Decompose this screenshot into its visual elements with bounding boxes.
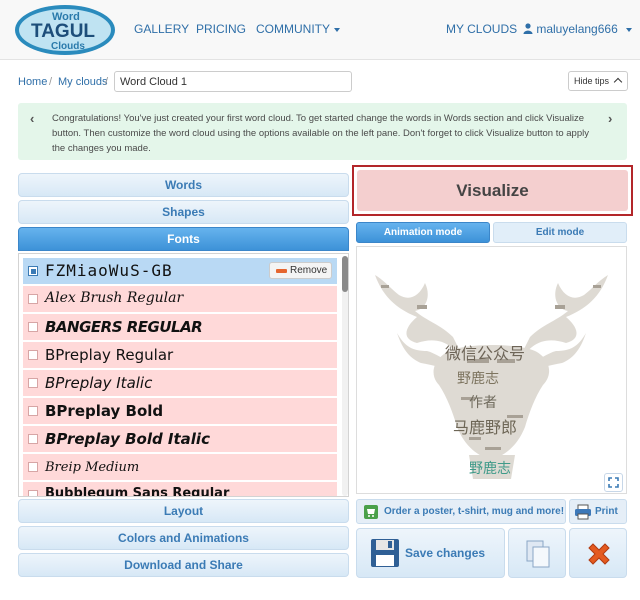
cloud-word: 作者	[469, 395, 497, 411]
font-item-bubblegum[interactable]: Bubblegum Sans Regular	[23, 482, 337, 497]
font-checkbox[interactable]	[28, 322, 38, 332]
font-item-label: BPreplay Bold Italic	[45, 430, 210, 448]
font-item-bangers[interactable]: BANGERS REGULAR	[23, 314, 337, 340]
save-label: Save changes	[405, 546, 486, 560]
font-item-label: BPreplay Bold	[45, 402, 164, 420]
section-words-button[interactable]: Words	[18, 173, 349, 197]
section-colors-button[interactable]: Colors and Animations	[18, 526, 349, 550]
nav-gallery[interactable]: GALLERY	[134, 22, 189, 36]
duplicate-icon	[526, 540, 550, 568]
font-item-bpreplay-italic[interactable]: BPreplay Italic	[23, 370, 337, 396]
font-checkbox[interactable]	[28, 434, 38, 444]
floppy-disk-icon	[371, 539, 399, 567]
cloud-word: 野鹿志	[469, 460, 511, 477]
tip-box: ‹ Congratulations! You've just created y…	[18, 103, 627, 160]
section-layout-button[interactable]: Layout	[18, 499, 349, 523]
tab-animation-mode[interactable]: Animation mode	[356, 222, 490, 243]
font-item-label: Alex Brush Regular	[45, 290, 184, 306]
cloud-word: 马鹿野郎	[453, 418, 517, 437]
font-checkbox[interactable]	[28, 490, 38, 496]
cloud-name-input[interactable]	[114, 71, 352, 92]
section-download-button[interactable]: Download and Share	[18, 553, 349, 577]
remove-label: Remove	[290, 265, 328, 276]
font-item-label: Breip Medium	[45, 460, 140, 475]
delete-button[interactable]	[569, 528, 627, 578]
chevron-down-icon	[625, 27, 632, 32]
font-list-scrollbar[interactable]	[342, 256, 348, 496]
scrollbar-thumb[interactable]	[342, 256, 348, 292]
visualize-button[interactable]: Visualize	[352, 165, 633, 216]
print-label: Print	[595, 506, 618, 517]
font-checkbox[interactable]	[28, 378, 38, 388]
section-shapes-button[interactable]: Shapes	[18, 200, 349, 224]
order-merch-button[interactable]: Order a poster, t-shirt, mug and more!	[356, 499, 566, 524]
tip-next-icon[interactable]: ›	[608, 111, 612, 126]
breadcrumb-separator: /	[105, 76, 109, 88]
font-checkbox[interactable]	[28, 294, 38, 304]
font-item-label: BPreplay Regular	[45, 346, 174, 364]
tip-prev-icon[interactable]: ‹	[30, 111, 34, 126]
expand-icon[interactable]	[604, 473, 623, 492]
nav-pricing[interactable]: PRICING	[196, 22, 246, 36]
font-checkbox[interactable]	[28, 350, 38, 360]
cloud-word: 微信公众号	[445, 344, 525, 363]
print-button[interactable]: Print	[569, 499, 627, 524]
section-fonts-button[interactable]: Fonts	[18, 227, 349, 251]
user-icon	[523, 23, 533, 34]
font-item-label: FZMiaoWuS-GB	[45, 261, 173, 280]
fullscreen-icon	[608, 477, 619, 488]
order-label: Order a poster, t-shirt, mug and more!	[384, 506, 565, 517]
font-item-breip[interactable]: Breip Medium	[23, 454, 337, 480]
close-icon	[588, 543, 610, 565]
visualize-label: Visualize	[357, 170, 628, 211]
duplicate-button[interactable]	[508, 528, 566, 578]
font-item-label: BANGERS REGULAR	[45, 318, 203, 336]
hide-tips-label: Hide tips	[574, 76, 610, 86]
nav-user-menu[interactable]: maluyelang666	[523, 22, 632, 36]
breadcrumb-my-clouds[interactable]: My clouds	[58, 76, 108, 88]
hide-tips-button[interactable]: Hide tips	[568, 71, 628, 91]
font-checkbox[interactable]	[28, 406, 38, 416]
save-changes-button[interactable]: Save changes	[356, 528, 505, 578]
font-checkbox[interactable]	[28, 462, 38, 472]
breadcrumb-separator: /	[49, 76, 53, 88]
top-navbar: Word TAGUL Clouds GALLERY PRICING COMMUN…	[0, 0, 640, 60]
font-item-fzmiaowus[interactable]: FZMiaoWuS-GB Remove	[23, 258, 337, 284]
minus-icon	[276, 269, 287, 273]
font-item-bpreplay-regular[interactable]: BPreplay Regular	[23, 342, 337, 368]
logo-clouds-text: Clouds	[51, 41, 85, 52]
cart-icon	[364, 505, 378, 519]
font-item-bpreplay-bold[interactable]: BPreplay Bold	[23, 398, 337, 424]
nav-community[interactable]: COMMUNITY	[256, 22, 340, 36]
nav-community-label: COMMUNITY	[256, 22, 330, 36]
word-cloud-preview[interactable]: 微信公众号 野鹿志 作者 马鹿野郎 野鹿志	[356, 246, 627, 494]
logo-tagul-text: TAGUL	[31, 21, 95, 42]
breadcrumb-home[interactable]: Home	[18, 76, 47, 88]
tab-edit-mode[interactable]: Edit mode	[493, 222, 627, 243]
cloud-word: 野鹿志	[457, 370, 499, 387]
font-checkbox[interactable]	[28, 266, 38, 276]
username-label: maluyelang666	[536, 22, 618, 36]
remove-font-button[interactable]: Remove	[269, 262, 332, 279]
font-item-label: Bubblegum Sans Regular	[45, 486, 230, 497]
font-list: FZMiaoWuS-GB Remove Alex Brush Regular B…	[18, 253, 349, 497]
nav-my-clouds[interactable]: MY CLOUDS	[446, 22, 517, 36]
font-item-label: BPreplay Italic	[45, 374, 153, 392]
font-item-bpreplay-bold-italic[interactable]: BPreplay Bold Italic	[23, 426, 337, 452]
font-item-alex-brush[interactable]: Alex Brush Regular	[23, 286, 337, 312]
tip-text: Congratulations! You've just created you…	[52, 113, 589, 154]
chevron-down-icon	[334, 27, 340, 32]
printer-icon	[575, 504, 591, 520]
chevron-up-icon	[613, 77, 623, 87]
deer-cloud-shape: 微信公众号 野鹿志 作者 马鹿野郎 野鹿志	[375, 275, 608, 479]
tagul-logo[interactable]: Word TAGUL Clouds	[14, 4, 116, 56]
